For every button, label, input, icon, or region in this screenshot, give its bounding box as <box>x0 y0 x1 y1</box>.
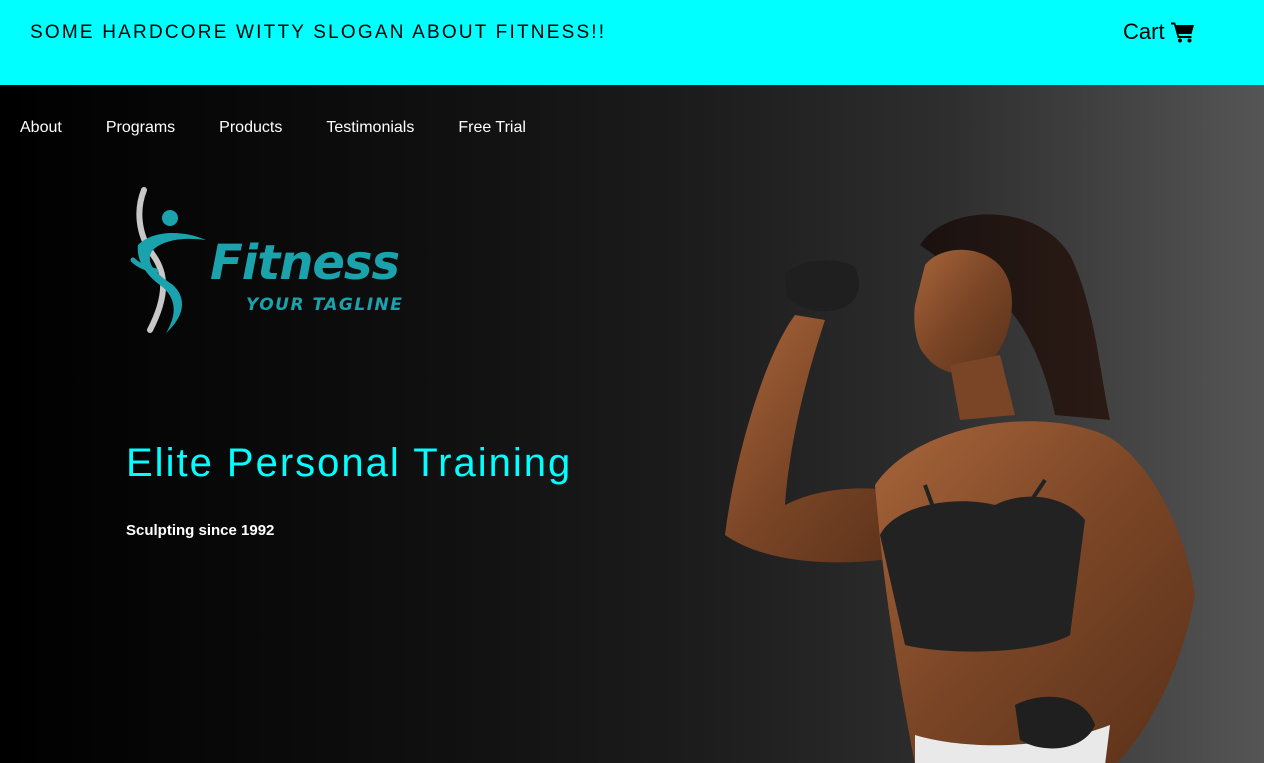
athlete-photo <box>725 214 1195 763</box>
hero-section: About Programs Products Testimonials Fre… <box>0 85 1264 763</box>
nav-products[interactable]: Products <box>219 119 282 137</box>
site-slogan: SOME HARDCORE WITTY SLOGAN ABOUT FITNESS… <box>30 22 607 43</box>
hero-subline: Sculpting since 1992 <box>126 522 275 539</box>
main-nav: About Programs Products Testimonials Fre… <box>20 119 570 137</box>
logo-brand: Fitness <box>210 235 400 291</box>
runner-figure-icon <box>130 187 206 333</box>
nav-about[interactable]: About <box>20 119 62 137</box>
nav-free-trial[interactable]: Free Trial <box>458 119 526 137</box>
hero-headline: Elite Personal Training <box>126 441 573 485</box>
cart-button[interactable]: Cart <box>1123 19 1195 45</box>
nav-programs[interactable]: Programs <box>106 119 175 137</box>
fitness-logo: Fitness YOUR TAGLINE <box>128 185 408 335</box>
nav-testimonials[interactable]: Testimonials <box>326 119 414 137</box>
logo-tagline: YOUR TAGLINE <box>246 295 404 315</box>
cart-label: Cart <box>1123 19 1165 44</box>
shopping-cart-icon <box>1170 21 1195 43</box>
top-banner: SOME HARDCORE WITTY SLOGAN ABOUT FITNESS… <box>0 0 1264 85</box>
